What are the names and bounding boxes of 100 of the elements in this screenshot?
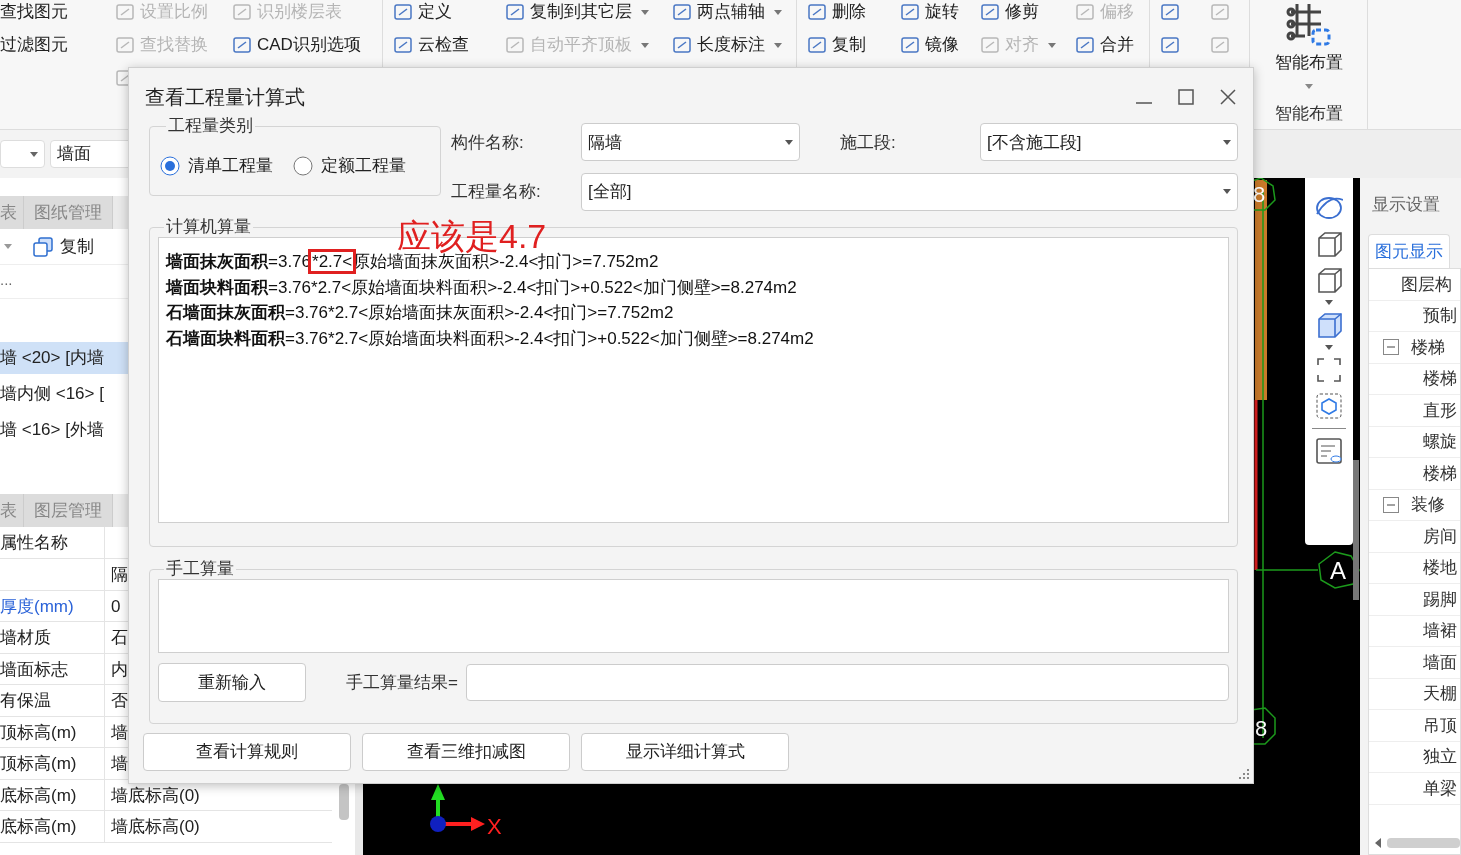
scrollbar-thumb[interactable] xyxy=(1387,838,1460,848)
tool-icon xyxy=(115,35,135,55)
caret-icon xyxy=(1304,84,1313,89)
resize-grip-icon[interactable] xyxy=(1239,769,1249,779)
radio-icon[interactable] xyxy=(160,155,180,176)
orbit-icon[interactable] xyxy=(1315,194,1343,222)
dialog-button[interactable]: 查看计算规则 xyxy=(143,733,351,771)
ribbon-button[interactable]: 复制 xyxy=(807,33,890,57)
scrollbar-thumb[interactable] xyxy=(339,784,349,820)
property-name: 底标高(m) xyxy=(0,779,105,810)
cube-icon[interactable] xyxy=(1315,311,1343,339)
ribbon-button[interactable]: 合并 xyxy=(1075,33,1149,57)
dropdown[interactable]: [不含施工段] xyxy=(980,123,1238,162)
box-select-icon[interactable] xyxy=(1315,392,1343,420)
input-field[interactable] xyxy=(158,579,1229,653)
tree-item[interactable]: 踢脚 xyxy=(1423,586,1457,612)
property-value: 内 xyxy=(111,658,128,681)
ribbon-button[interactable]: 旋转 xyxy=(900,0,970,24)
tree-item[interactable]: 楼梯 xyxy=(1423,460,1457,486)
group-legend: 计算机算量 xyxy=(164,217,253,237)
axis-label: A xyxy=(1330,557,1346,584)
tool-icon xyxy=(232,35,252,55)
caret-icon xyxy=(774,42,782,48)
ribbon-button[interactable]: 过滤图元 xyxy=(0,33,105,57)
axis-label: 8 xyxy=(1254,716,1268,741)
property-value: 否 xyxy=(111,690,128,712)
cube-icon[interactable] xyxy=(1315,266,1343,294)
tree-item[interactable]: 装修 xyxy=(1411,492,1445,518)
fullscreen-icon[interactable] xyxy=(1315,356,1343,384)
property-value: 0 xyxy=(111,595,121,618)
field-label: 工程量名称: xyxy=(451,181,542,203)
caret-icon xyxy=(785,139,793,145)
ribbon-button[interactable]: 长度标注 xyxy=(672,33,796,57)
property-name: 底标高(m) xyxy=(0,811,105,842)
tree-item[interactable]: 墙裙 xyxy=(1423,618,1457,644)
caret-icon xyxy=(641,42,649,48)
axis-label: X xyxy=(487,814,502,839)
tree-item[interactable]: 独立 xyxy=(1423,744,1457,770)
tree-item[interactable]: 预制 xyxy=(1423,303,1457,329)
ribbon-button[interactable]: 删除 xyxy=(807,0,890,24)
tool-icon[interactable] xyxy=(1160,2,1180,22)
close-icon[interactable] xyxy=(1219,88,1237,106)
panel-tab[interactable]: 图元显示 xyxy=(1368,234,1450,268)
collapse-icon[interactable] xyxy=(1383,496,1399,513)
caret-icon[interactable] xyxy=(1325,300,1333,305)
tool-icon xyxy=(505,2,525,22)
caret-icon[interactable] xyxy=(1325,345,1333,350)
smart-layout-button[interactable]: 智能布置 xyxy=(1274,52,1343,74)
tool-icon xyxy=(232,2,252,22)
panel-title: 显示设置 xyxy=(1371,194,1441,216)
tree-item[interactable]: 房间 xyxy=(1423,523,1457,549)
ribbon-button[interactable]: 修剪 xyxy=(980,0,1065,24)
ribbon-button[interactable]: 复制到其它层 xyxy=(505,0,662,24)
ribbon-button[interactable]: 查找图元 xyxy=(0,0,105,24)
copy-button[interactable]: 复制 xyxy=(32,233,94,260)
tool-icon xyxy=(807,2,827,22)
ribbon-button[interactable]: CAD识别选项 xyxy=(232,33,382,57)
cube-3d-icon[interactable] xyxy=(1315,230,1343,258)
property-name: 顶标高(m) xyxy=(0,716,105,747)
tool-icon xyxy=(672,2,692,22)
tree-item[interactable]: 楼地 xyxy=(1423,555,1457,581)
ribbon-button[interactable]: 定义 xyxy=(393,0,495,24)
tree-item[interactable]: 直形 xyxy=(1423,397,1457,423)
tree-item[interactable]: 螺旋 xyxy=(1423,429,1457,455)
result-field[interactable] xyxy=(465,664,1229,701)
collapse-icon[interactable] xyxy=(1383,339,1399,356)
ribbon-button[interactable]: 镜像 xyxy=(900,33,970,57)
tree-item[interactable]: 单梁 xyxy=(1423,775,1457,801)
field-label: 构件名称: xyxy=(451,131,525,154)
tree-item[interactable]: 图层构 xyxy=(1401,271,1452,297)
list-view-icon[interactable] xyxy=(1315,437,1343,465)
scrollbar-thumb[interactable] xyxy=(1353,460,1359,600)
tree-item[interactable]: 天棚 xyxy=(1423,681,1457,707)
dropdown[interactable]: [全部] xyxy=(581,172,1238,211)
caret-icon xyxy=(1223,189,1231,195)
tree-item[interactable]: 墙面 xyxy=(1423,649,1457,675)
field-label: 手工算量结果= xyxy=(346,671,458,694)
ribbon-button[interactable]: 云检查 xyxy=(393,33,495,57)
maximize-icon[interactable] xyxy=(1177,88,1195,106)
radio-icon[interactable] xyxy=(293,155,313,176)
tree-item[interactable]: 楼梯 xyxy=(1423,366,1457,392)
ribbon-button[interactable]: 两点辅轴 xyxy=(672,0,796,24)
tool-icon xyxy=(672,35,692,55)
tool-icon xyxy=(1075,35,1095,55)
tree-item[interactable]: 楼梯 xyxy=(1411,334,1445,360)
scroll-left-icon[interactable] xyxy=(1375,838,1381,848)
caret-icon xyxy=(1223,139,1231,145)
reenter-button[interactable]: 重新输入 xyxy=(158,663,306,702)
property-value: 隔 xyxy=(111,564,128,586)
tool-icon[interactable] xyxy=(1160,35,1180,55)
caret-icon xyxy=(4,244,12,249)
dialog-button[interactable]: 查看三维扣减图 xyxy=(362,733,570,771)
formula-line: 石墙面抹灰面积=3.76*2.7<原始墙面抹灰面积>-2.4<扣门>=7.752m2 xyxy=(166,302,675,324)
tree-item[interactable]: 吊顶 xyxy=(1423,712,1457,738)
window-title: 查看工程量计算式 xyxy=(145,85,306,110)
dialog-button[interactable]: 显示详细计算式 xyxy=(581,733,789,771)
property-value: 墙底标高(0) xyxy=(111,816,200,838)
radio-option[interactable]: 定额工程量 xyxy=(293,152,406,179)
caret-icon xyxy=(1048,42,1056,48)
dropdown[interactable]: 隔墙 xyxy=(581,123,800,162)
